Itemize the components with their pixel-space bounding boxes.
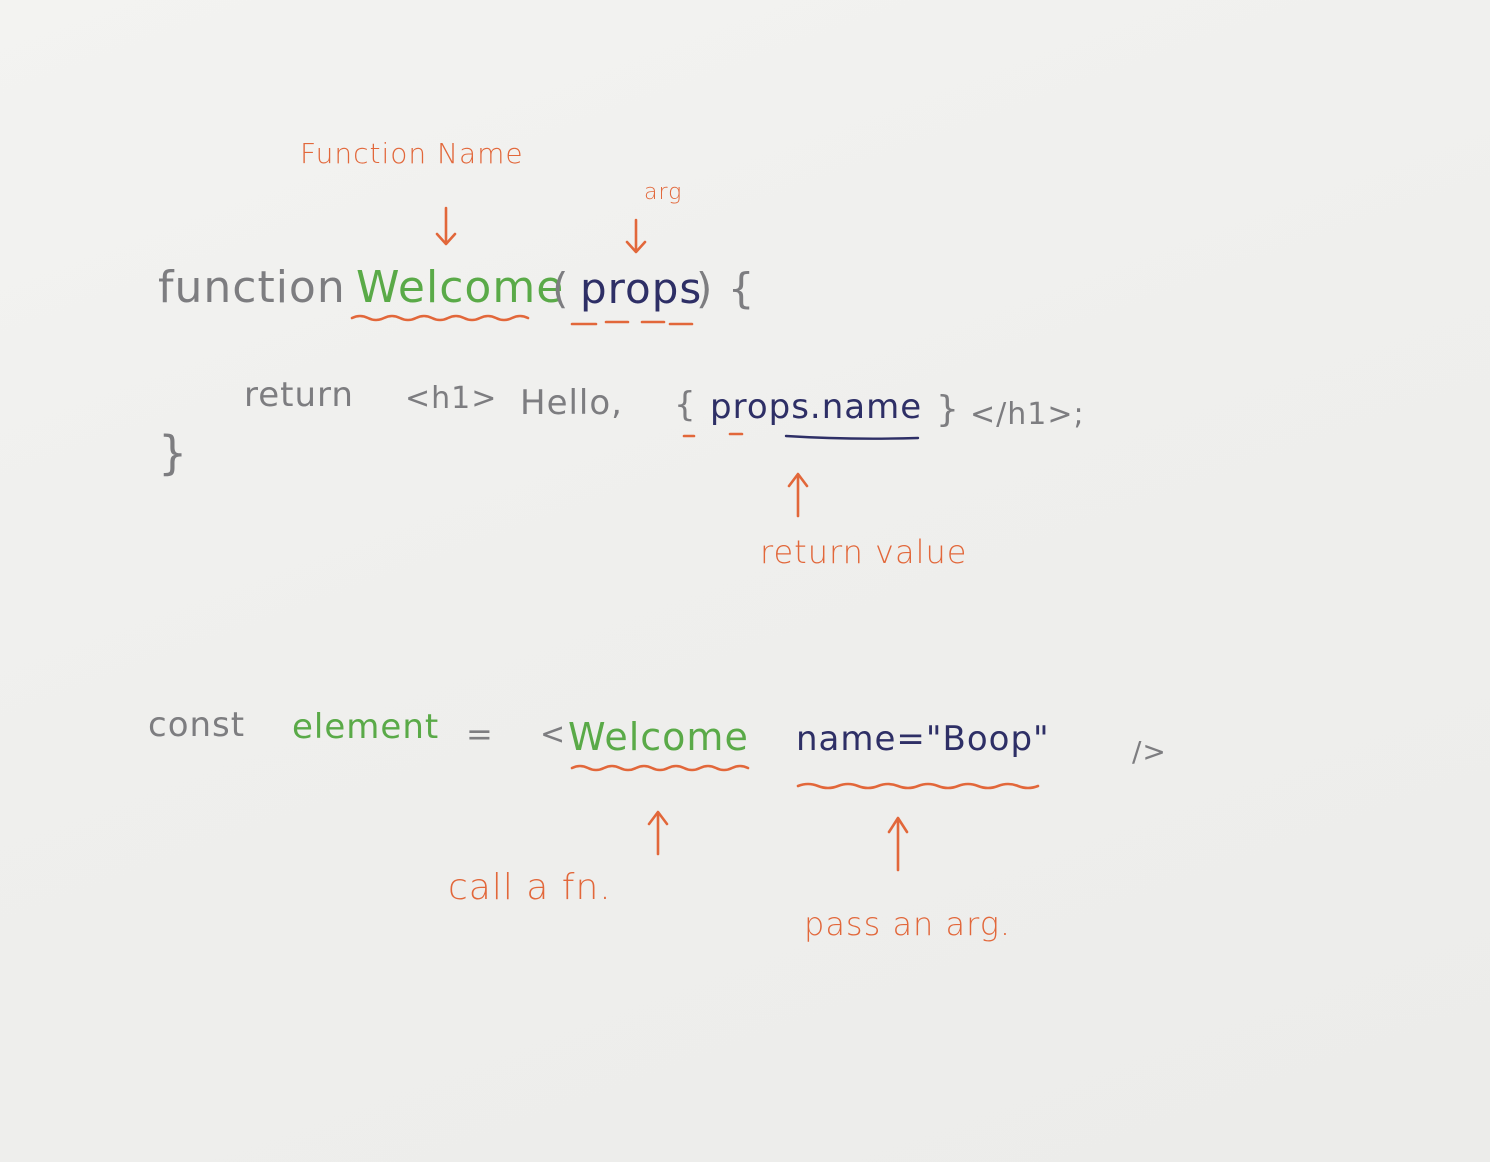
code-component-name: Welcome <box>568 715 749 759</box>
annotation-return-value: return value <box>760 533 968 571</box>
code-open-brace: { <box>674 385 697 425</box>
code-props-name-expr: props.name <box>710 387 923 427</box>
code-function-close-brace: } <box>158 426 189 480</box>
code-function-name: Welcome <box>356 262 565 313</box>
code-function-keyword: function <box>158 262 346 313</box>
arrow-down-to-function-name <box>435 206 457 246</box>
code-param: props <box>580 264 703 313</box>
code-element-variable: element <box>292 707 440 747</box>
arrow-up-to-call-fn <box>647 810 669 856</box>
code-return-keyword: return <box>244 375 354 415</box>
arrow-up-to-pass-arg <box>887 816 909 872</box>
code-close-paren-brace: ) { <box>696 264 756 313</box>
code-name-attribute: name="Boop" <box>796 719 1050 759</box>
arrow-down-to-arg <box>625 218 647 254</box>
underline-jsx-welcome <box>570 764 750 772</box>
annotation-pass-arg: pass an arg. <box>804 905 1012 943</box>
annotation-arg: arg <box>644 180 683 205</box>
code-jsx-open-angle: < <box>540 717 567 752</box>
code-hello-text: Hello, <box>520 383 623 423</box>
code-h1-close-tag: </h1>; <box>970 397 1085 432</box>
code-equals: = <box>466 715 494 753</box>
code-h1-open-tag: <h1> <box>405 381 498 416</box>
code-const-keyword: const <box>148 705 246 745</box>
arrow-up-to-return-value <box>787 472 809 518</box>
code-self-close: /> <box>1132 735 1167 768</box>
pen-marks <box>350 206 1040 872</box>
underline-welcome <box>350 314 530 322</box>
annotation-call-fn: call a fn. <box>448 867 612 908</box>
annotation-function-name: Function Name <box>300 137 524 170</box>
underline-props <box>570 320 694 326</box>
underline-props-name <box>784 434 920 440</box>
underline-name-attribute <box>796 782 1040 790</box>
underline-props-expr <box>682 432 744 438</box>
code-open-paren: ( <box>552 264 570 313</box>
code-close-brace: } <box>936 389 960 430</box>
paper-sheet: Function Name arg function Welcome ( pro… <box>0 0 1490 1162</box>
